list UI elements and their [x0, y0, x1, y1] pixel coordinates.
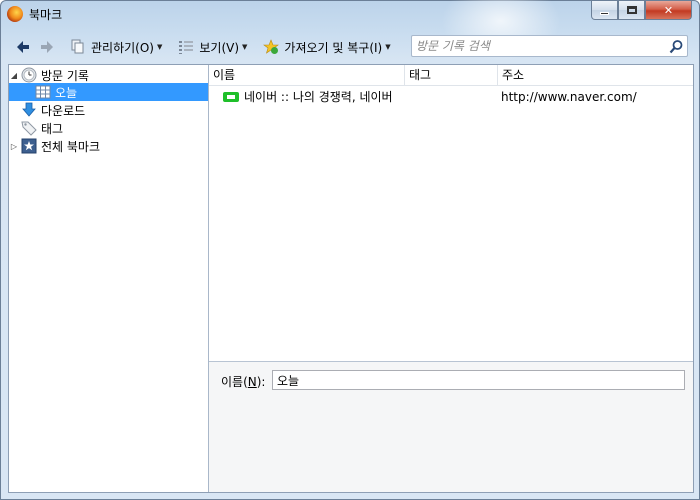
search-box [411, 35, 688, 57]
views-label: 보기(V) [199, 40, 240, 55]
close-button[interactable]: ✕ [645, 1, 692, 20]
maximize-button[interactable] [618, 1, 645, 20]
import-backup-menu-button[interactable]: 가져오기 및 복구(I) ▼ [261, 36, 392, 58]
tree-item-label: 태그 [41, 121, 64, 136]
tag-icon [21, 121, 37, 136]
details-pane: 이름(N): [209, 361, 693, 492]
tree-item-all-bookmarks[interactable]: ▷ 전체 북마크 [9, 137, 208, 155]
minimize-button[interactable] [591, 1, 618, 20]
organize-menu-button[interactable]: 관리하기(O) ▼ [68, 36, 164, 58]
bookmark-list: 이름 태그 주소 네이버 :: 나의 경쟁력, 네이버 http://www.n… [209, 65, 693, 361]
organize-icon [71, 39, 84, 54]
star-folder-icon [21, 138, 37, 154]
places-tree: ◢ 방문 기록 오늘 다운로드 태그 ▷ 전체 북마크 [9, 65, 209, 492]
expanded-triangle-icon[interactable]: ◢ [9, 71, 19, 80]
dropdown-caret-icon: ▼ [242, 43, 248, 51]
tree-item-label: 오늘 [55, 85, 78, 100]
column-header-url[interactable]: 주소 [498, 65, 693, 86]
views-menu-button[interactable]: 보기(V) ▼ [176, 36, 249, 58]
dropdown-caret-icon: ▼ [385, 43, 391, 51]
toolbar: 관리하기(O) ▼ 보기(V) ▼ 가져오기 및 복구(I) ▼ [8, 31, 694, 63]
column-header-tags[interactable]: 태그 [405, 65, 498, 86]
tree-item-today[interactable]: 오늘 [9, 83, 208, 101]
back-arrow-icon [17, 41, 29, 53]
column-header-name[interactable]: 이름 [209, 65, 405, 86]
title-bar[interactable]: 북마크 ✕ [1, 0, 699, 61]
clock-icon [21, 67, 37, 83]
tree-item-history[interactable]: ◢ 방문 기록 [9, 66, 208, 84]
row-name: 네이버 :: 나의 경쟁력, 네이버 [244, 90, 393, 104]
row-url: http://www.naver.com/ [501, 90, 637, 104]
maximize-icon [626, 6, 637, 14]
search-input[interactable] [416, 38, 656, 54]
name-field-label: 이름(N): [221, 375, 266, 389]
tree-item-downloads[interactable]: 다운로드 [19, 101, 208, 119]
minimize-icon [600, 11, 609, 15]
forward-arrow-icon [41, 41, 53, 53]
import-backup-label: 가져오기 및 복구(I) [284, 40, 383, 55]
organize-label: 관리하기(O) [91, 40, 154, 55]
name-field[interactable] [272, 370, 685, 390]
window-title: 북마크 [29, 8, 63, 22]
library-content: ◢ 방문 기록 오늘 다운로드 태그 ▷ 전체 북마크 이름 태그 주소 네이버… [8, 64, 694, 493]
back-button[interactable] [16, 40, 30, 54]
table-row[interactable]: 네이버 :: 나의 경쟁력, 네이버 http://www.naver.com/ [209, 88, 693, 106]
dropdown-caret-icon: ▼ [156, 43, 163, 51]
tree-item-tags[interactable]: 태그 [19, 119, 208, 137]
views-list-icon [179, 41, 194, 54]
search-icon[interactable] [668, 39, 684, 55]
calendar-grid-icon [35, 85, 51, 99]
library-window: 북마크 ✕ 관리하기(O) ▼ 보기(V) ▼ 가져오기 및 복구(I) ▼ 방… [0, 0, 700, 500]
import-star-icon [263, 39, 280, 54]
tree-item-label: 전체 북마크 [41, 139, 101, 154]
firefox-icon [7, 6, 23, 22]
forward-button[interactable] [40, 40, 54, 54]
close-icon: ✕ [663, 3, 674, 17]
tree-item-label: 방문 기록 [41, 68, 89, 83]
naver-favicon-icon [223, 92, 239, 102]
collapsed-triangle-icon[interactable]: ▷ [9, 142, 19, 151]
download-arrow-icon [22, 102, 36, 117]
tree-item-label: 다운로드 [41, 103, 86, 118]
